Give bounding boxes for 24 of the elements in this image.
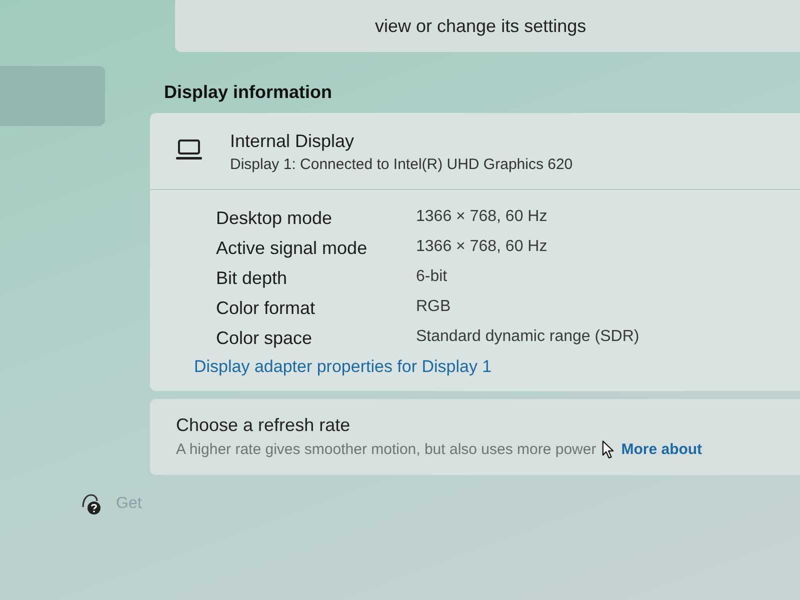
more-about-link[interactable]: More about	[621, 441, 702, 458]
display-connection-text: Display 1: Connected to Intel(R) UHD Graphics 620	[230, 156, 573, 173]
property-label: Bit depth	[216, 268, 288, 289]
sidebar-item[interactable]	[0, 66, 105, 126]
refresh-rate-title: Choose a refresh rate	[176, 415, 352, 436]
display-card[interactable]: view or change its settings	[175, 0, 800, 52]
property-value: 1366 × 768, 60 Hz	[416, 208, 548, 227]
settings-hint-text: view or change its settings	[375, 16, 586, 36]
property-value: 6-bit	[416, 268, 448, 287]
refresh-rate-description: A higher rate gives smoother motion, but also uses more power	[176, 441, 596, 458]
property-value: 1366 × 768, 60 Hz	[416, 238, 548, 257]
property-label: Desktop mode	[216, 208, 334, 229]
refresh-rate-card[interactable]: Choose a refresh rate A higher rate gives smoother motion, but also uses more power More about	[150, 399, 800, 475]
property-value: RGB	[416, 298, 452, 317]
property-label: Color space	[216, 328, 314, 349]
property-label: Active signal mode	[216, 238, 368, 259]
adapter-properties-link[interactable]: Display adapter properties for Display 1	[194, 357, 492, 377]
property-value: Standard dynamic range (SDR)	[416, 328, 640, 347]
section-heading: Display information	[164, 82, 334, 103]
laptop-icon	[176, 139, 202, 161]
display-name: Internal Display	[230, 131, 356, 152]
mouse-pointer-icon	[602, 440, 616, 459]
help-icon	[80, 493, 102, 515]
property-label: Color format	[216, 298, 316, 319]
